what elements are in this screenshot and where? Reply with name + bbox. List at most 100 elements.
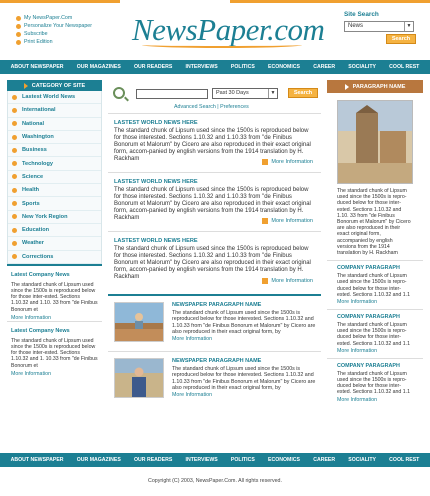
paragraph-news-item: NEWSPAPER PARAGRAPH NAME The standard ch… (108, 351, 321, 406)
company-paragraph-title[interactable]: COMPANY PARAGRAPH (337, 265, 413, 271)
news-title[interactable]: LASTEST WORLD NEWS HERE (114, 238, 315, 244)
news-photo[interactable] (114, 302, 164, 342)
nav-item[interactable]: OUR READERS (134, 64, 172, 70)
category-item[interactable]: National (8, 118, 101, 131)
category-item[interactable]: Weather (8, 237, 101, 251)
more-link[interactable]: More Information (337, 397, 413, 403)
paragraph-text: The standard chunk of Lipsum used since … (337, 188, 411, 257)
company-paragraph-title[interactable]: COMPANY PARAGRAPH (337, 363, 413, 369)
company-paragraph: COMPANY PARAGRAPH The standard chunk of … (327, 260, 423, 305)
more-link[interactable]: More Information (262, 218, 313, 224)
nav-item[interactable]: OUR MAGAZINES (77, 64, 121, 70)
latest-news-title[interactable]: Latest Company News (11, 272, 98, 278)
header-link[interactable]: Print Edition (16, 38, 92, 46)
top-accent-bar (0, 0, 120, 3)
more-link[interactable]: More Information (337, 299, 413, 305)
latest-news-block: Latest Company News The standard chunk o… (7, 266, 102, 321)
advanced-search-link[interactable]: Advanced Search (174, 104, 216, 110)
news-search-bar: Past 30 Days ▼ Search Advanced Search | … (108, 80, 321, 114)
nav-item[interactable]: CAREER (313, 64, 335, 70)
news-title[interactable]: LASTEST WORLD NEWS HERE (114, 120, 315, 126)
category-item[interactable]: Business (8, 144, 101, 158)
search-icon (113, 87, 125, 99)
nav-item[interactable]: INTERVIEWS (186, 457, 218, 463)
bullet-icon (16, 39, 21, 45)
more-link[interactable]: More Information (172, 336, 316, 342)
search-input[interactable] (136, 89, 208, 99)
bullet-icon (12, 107, 17, 113)
arrow-icon (23, 82, 28, 89)
preferences-link[interactable]: Preferences (220, 104, 249, 110)
chevron-down-icon[interactable]: ▼ (268, 89, 277, 98)
bullet-icon (16, 23, 21, 29)
company-paragraph-text: The standard chunk of Lipsum used since … (337, 370, 410, 396)
more-link[interactable]: More Information (337, 348, 413, 354)
latest-news-text: The standard chunk of Lipsum used since … (11, 281, 98, 313)
header-link[interactable]: Personalize Your Newspaper (16, 22, 92, 30)
feature-photo[interactable] (337, 100, 413, 184)
nav-item[interactable]: POLITICS (231, 64, 255, 70)
category-item[interactable]: New York Region (8, 211, 101, 224)
category-item[interactable]: International (8, 104, 101, 118)
paragraph-header: PARAGRAPH NAME (327, 80, 423, 93)
nav-item[interactable]: COOL REST (389, 64, 419, 70)
chevron-down-icon[interactable]: ▼ (404, 22, 413, 31)
paragraph-news-title[interactable]: NEWSPAPER PARAGRAPH NAME (172, 302, 316, 308)
left-column: CATEGORY OF SITE Lastest World News Inte… (7, 80, 102, 379)
main-nav: ABOUT NEWSPAPER OUR MAGAZINES OUR READER… (0, 60, 430, 74)
bullet-icon (12, 174, 17, 180)
nav-item[interactable]: SOCIALITY (348, 64, 376, 70)
nav-item[interactable]: CAREER (313, 457, 335, 463)
photo-image (115, 359, 163, 397)
date-range-select[interactable]: Past 30 Days ▼ (212, 88, 278, 99)
company-paragraph-title[interactable]: COMPANY PARAGRAPH (337, 314, 413, 320)
nav-item[interactable]: ECONOMICS (268, 64, 300, 70)
search-options: Advanced Search | Preferences (174, 104, 249, 110)
category-item[interactable]: Technology (8, 157, 101, 171)
category-item[interactable]: Health (8, 184, 101, 198)
news-search-button[interactable]: Search (288, 88, 318, 98)
paragraph-news-body: NEWSPAPER PARAGRAPH NAME The standard ch… (172, 358, 316, 398)
company-paragraph: COMPANY PARAGRAPH The standard chunk of … (327, 357, 423, 403)
latest-news-text: The standard chunk of Lipsum used since … (11, 337, 98, 369)
nav-item[interactable]: INTERVIEWS (186, 64, 218, 70)
nav-item[interactable]: COOL REST (389, 457, 419, 463)
category-item[interactable]: Education (8, 224, 101, 238)
news-text: The standard chunk of Lipsum used since … (114, 187, 311, 221)
paragraph-news-text: The standard chunk of Lipsum used since … (172, 310, 316, 335)
news-title[interactable]: LASTEST WORLD NEWS HERE (114, 179, 315, 185)
site-search-select[interactable]: News ▼ (344, 21, 414, 32)
category-item[interactable]: Sports (8, 197, 101, 211)
footer-nav: ABOUT NEWSPAPER OUR MAGAZINES OUR READER… (0, 453, 430, 467)
nav-item[interactable]: SOCIALITY (348, 457, 376, 463)
header-link[interactable]: My NewsPaper.Com (16, 14, 92, 22)
nav-item[interactable]: POLITICS (231, 457, 255, 463)
latest-news-block: Latest Company News The standard chunk o… (7, 320, 102, 379)
category-item[interactable]: Corrections (8, 251, 101, 264)
nav-item[interactable]: ABOUT NEWSPAPER (11, 64, 64, 70)
news-text: The standard chunk of Lipsum used since … (114, 246, 311, 280)
more-link[interactable]: More Information (11, 371, 98, 377)
more-link[interactable]: More Information (262, 278, 313, 284)
category-item[interactable]: Washington (8, 131, 101, 145)
site-search-button[interactable]: Search (386, 34, 416, 44)
bullet-icon (12, 161, 17, 167)
more-link[interactable]: More Information (172, 392, 316, 398)
nav-item[interactable]: ECONOMICS (268, 457, 300, 463)
paragraph-news-title[interactable]: NEWSPAPER PARAGRAPH NAME (172, 358, 316, 364)
news-item: LASTEST WORLD NEWS HERE The standard chu… (108, 232, 321, 291)
header-link[interactable]: Subscribe (16, 30, 92, 38)
latest-news-title[interactable]: Latest Company News (11, 328, 98, 334)
copyright: Copyright (C) 2003, NewsPaper.Com. All r… (148, 478, 282, 484)
news-photo[interactable] (114, 358, 164, 398)
site-search: Site Search News ▼ (344, 11, 420, 32)
category-item[interactable]: Science (8, 171, 101, 185)
photo-image (338, 101, 412, 183)
category-item[interactable]: Lastest World News (8, 91, 101, 105)
nav-item[interactable]: ABOUT NEWSPAPER (11, 457, 64, 463)
photo-image (115, 303, 163, 341)
more-link[interactable]: More Information (262, 159, 313, 165)
nav-item[interactable]: OUR MAGAZINES (77, 457, 121, 463)
nav-item[interactable]: OUR READERS (134, 457, 172, 463)
company-paragraph-text: The standard chunk of Lipsum used since … (337, 273, 410, 298)
